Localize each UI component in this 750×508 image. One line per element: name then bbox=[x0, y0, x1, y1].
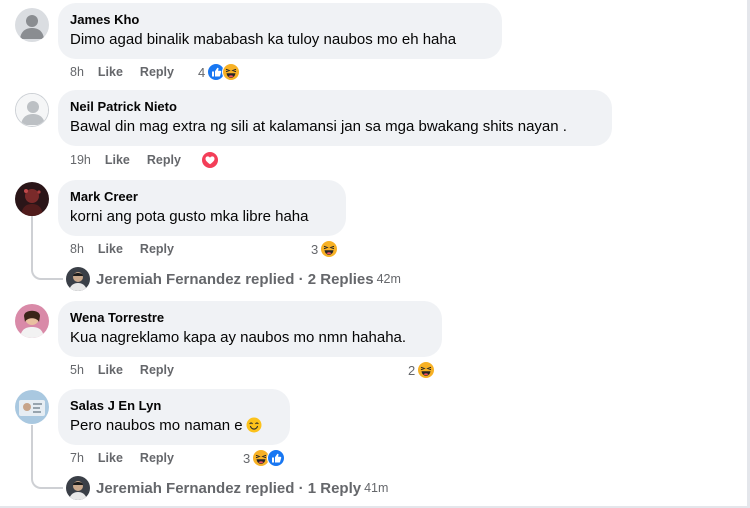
reaction-summary[interactable]: 4 bbox=[198, 63, 241, 81]
comment-actions: 19h Like Reply bbox=[70, 152, 198, 168]
reaction-summary[interactable]: 2 bbox=[408, 361, 436, 379]
like-button[interactable]: Like bbox=[98, 362, 123, 378]
view-replies[interactable]: Jeremiah Fernandez replied · 2 Replies 4… bbox=[66, 267, 401, 291]
haha-icon bbox=[222, 63, 241, 81]
love-icon bbox=[201, 151, 219, 169]
replies-text[interactable]: Jeremiah Fernandez replied · 1 Reply bbox=[96, 480, 361, 497]
comment-bubble: Neil Patrick Nieto Bawal din mag extra n… bbox=[58, 90, 612, 146]
reaction-count: 4 bbox=[198, 64, 206, 80]
reaction-count: 3 bbox=[243, 450, 251, 466]
like-button[interactable]: Like bbox=[105, 152, 130, 168]
like-button[interactable]: Like bbox=[98, 241, 123, 257]
comment-text: korni ang pota gusto mka libre haha bbox=[70, 208, 309, 225]
reaction-summary[interactable]: 3 bbox=[311, 240, 339, 258]
comment-text: Pero naubos mo naman e bbox=[70, 416, 278, 436]
comment-text: Bawal din mag extra ng sili at kalamansi… bbox=[70, 118, 567, 135]
avatar[interactable] bbox=[15, 304, 49, 338]
comment-time[interactable]: 5h bbox=[70, 362, 84, 378]
reply-button[interactable]: Reply bbox=[147, 152, 181, 168]
comment-actions: 7h Like Reply bbox=[70, 450, 191, 466]
comment-text-content: Pero naubos mo naman e bbox=[70, 417, 243, 434]
comment-actions: 8h Like Reply bbox=[70, 241, 191, 257]
comment-actions: 5h Like Reply bbox=[70, 362, 191, 378]
avatar[interactable] bbox=[15, 8, 49, 42]
comment-text: Kua nagreklamo kapa ay naubos mo nmn hah… bbox=[70, 329, 407, 346]
reply-button[interactable]: Reply bbox=[140, 241, 174, 257]
comment-author[interactable]: Salas J En Lyn bbox=[70, 397, 278, 414]
thread-line bbox=[31, 216, 63, 280]
reply-button[interactable]: Reply bbox=[140, 64, 174, 80]
like-button[interactable]: Like bbox=[98, 64, 123, 80]
avatar[interactable] bbox=[15, 182, 49, 216]
reply-button[interactable]: Reply bbox=[140, 450, 174, 466]
reaction-count: 3 bbox=[311, 241, 319, 257]
reaction-summary[interactable]: 3 bbox=[243, 449, 286, 467]
reply-avatar bbox=[66, 476, 90, 500]
like-icon bbox=[267, 449, 286, 467]
comment-time[interactable]: 19h bbox=[70, 152, 91, 168]
reply-button[interactable]: Reply bbox=[140, 362, 174, 378]
comment-time[interactable]: 8h bbox=[70, 241, 84, 257]
smiling-emoji-icon bbox=[246, 417, 262, 433]
comment-actions: 8h Like Reply bbox=[70, 64, 191, 80]
comment-time[interactable]: 7h bbox=[70, 450, 84, 466]
comment-text: Dimo agad binalik mababash ka tuloy naub… bbox=[70, 31, 457, 48]
replies-time: 42m bbox=[376, 272, 401, 286]
comment-author[interactable]: Neil Patrick Nieto bbox=[70, 98, 600, 115]
comment-bubble: Mark Creer korni ang pota gusto mka libr… bbox=[58, 180, 346, 236]
haha-icon bbox=[320, 240, 339, 258]
thread-line bbox=[31, 425, 63, 489]
haha-icon bbox=[417, 361, 436, 379]
comment-author[interactable]: Mark Creer bbox=[70, 188, 334, 205]
replies-text[interactable]: Jeremiah Fernandez replied · 2 Replies bbox=[96, 271, 374, 288]
reaction-summary[interactable] bbox=[201, 151, 219, 169]
reply-avatar bbox=[66, 267, 90, 291]
view-replies[interactable]: Jeremiah Fernandez replied · 1 Reply 41m bbox=[66, 476, 388, 500]
comment-bubble: Wena Torrestre Kua nagreklamo kapa ay na… bbox=[58, 301, 442, 357]
avatar[interactable] bbox=[15, 390, 49, 424]
like-button[interactable]: Like bbox=[98, 450, 123, 466]
comment-bubble: James Kho Dimo agad binalik mababash ka … bbox=[58, 3, 502, 59]
comment-author[interactable]: James Kho bbox=[70, 11, 490, 28]
reaction-count: 2 bbox=[408, 362, 416, 378]
replies-time: 41m bbox=[364, 481, 389, 495]
avatar[interactable] bbox=[15, 93, 49, 127]
comment-bubble: Salas J En Lyn Pero naubos mo naman e bbox=[58, 389, 290, 445]
comment-author[interactable]: Wena Torrestre bbox=[70, 309, 430, 326]
comment-time[interactable]: 8h bbox=[70, 64, 84, 80]
